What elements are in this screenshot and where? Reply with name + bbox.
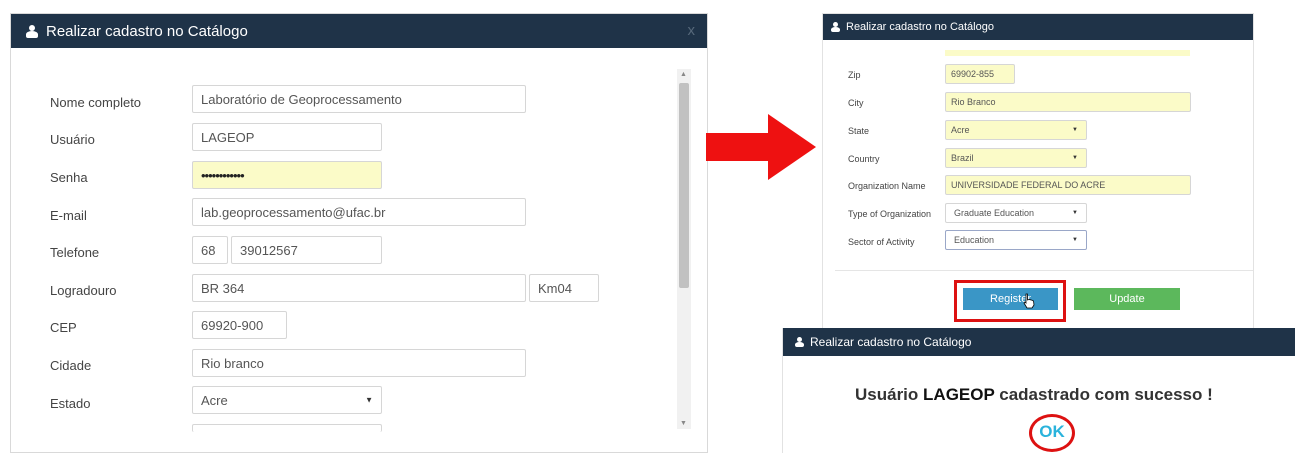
right-modal-title: Realizar cadastro no Catálogo xyxy=(846,21,994,33)
country-label: Country xyxy=(848,154,880,164)
email-input[interactable]: lab.geoprocessamento@ufac.br xyxy=(192,198,526,226)
org-type-select[interactable]: Graduate Education ▼ xyxy=(945,203,1087,223)
scroll-down-arrow[interactable]: ▼ xyxy=(680,420,687,427)
country-value: Brazil xyxy=(951,153,974,163)
logradouro-numero-input[interactable]: Km04 xyxy=(529,274,599,302)
next-field-partial[interactable] xyxy=(192,424,382,432)
divider xyxy=(835,270,1253,271)
close-icon[interactable]: x xyxy=(688,22,696,39)
sector-label: Sector of Activity xyxy=(848,237,915,247)
left-modal: Realizar cadastro no Catálogo x ▲ ▼ Nome… xyxy=(10,13,708,453)
cidade-input[interactable]: Rio branco xyxy=(192,349,526,377)
zip-label: Zip xyxy=(848,70,861,80)
nome-input[interactable]: Laboratório de Geoprocessamento xyxy=(192,85,526,113)
success-modal-header: Realizar cadastro no Catálogo xyxy=(783,328,1295,356)
estado-label: Estado xyxy=(50,396,91,411)
user-icon xyxy=(831,22,840,32)
left-modal-title: Realizar cadastro no Catálogo xyxy=(46,22,248,40)
right-modal: Realizar cadastro no Catálogo Zip City S… xyxy=(822,13,1254,333)
partial-field[interactable] xyxy=(945,50,1190,56)
update-button[interactable]: Update xyxy=(1074,288,1180,310)
arrow-right-icon xyxy=(706,114,816,180)
city-label: City xyxy=(848,98,864,108)
email-label: E-mail xyxy=(50,208,87,223)
nome-label: Nome completo xyxy=(50,95,142,110)
scrollbar-thumb[interactable] xyxy=(679,83,689,288)
success-modal-title: Realizar cadastro no Catálogo xyxy=(810,335,972,349)
message-prefix: Usuário xyxy=(855,385,919,404)
scroll-up-arrow[interactable]: ▲ xyxy=(680,71,687,78)
cep-label: CEP xyxy=(50,320,77,335)
zip-input[interactable]: 69902-855 xyxy=(945,64,1015,84)
right-modal-header: Realizar cadastro no Catálogo xyxy=(823,14,1253,40)
cidade-label: Cidade xyxy=(50,358,92,373)
sector-value: Education xyxy=(954,235,995,245)
sector-select[interactable]: Education ▼ xyxy=(945,230,1087,250)
org-name-input[interactable]: UNIVERSIDADE FEDERAL DO ACRE xyxy=(945,175,1191,195)
state-label: State xyxy=(848,126,870,136)
telefone-label: Telefone xyxy=(50,245,100,260)
left-modal-header: Realizar cadastro no Catálogo x xyxy=(11,14,707,48)
scrollbar[interactable]: ▲ ▼ xyxy=(677,69,691,429)
cep-input[interactable]: 69920-900 xyxy=(192,311,287,339)
register-button[interactable]: Register xyxy=(963,288,1058,310)
logradouro-input[interactable]: BR 364 xyxy=(192,274,526,302)
chevron-down-icon: ▼ xyxy=(1072,237,1078,243)
org-type-value: Graduate Education xyxy=(954,208,1035,218)
chevron-down-icon: ▼ xyxy=(1072,155,1078,161)
usuario-input[interactable]: LAGEOP xyxy=(192,123,382,151)
org-type-label: Type of Organization xyxy=(848,209,932,219)
success-message: Usuário LAGEOP cadastrado com sucesso ! xyxy=(855,385,1213,405)
state-value: Acre xyxy=(951,125,970,135)
telefone-ddd-input[interactable]: 68 xyxy=(192,236,228,264)
chevron-down-icon: ▼ xyxy=(1072,127,1078,133)
estado-select[interactable]: Acre ▼ xyxy=(192,386,382,414)
usuario-label: Usuário xyxy=(50,132,95,147)
success-modal: Realizar cadastro no Catálogo Usuário LA… xyxy=(782,328,1295,453)
chevron-down-icon: ▼ xyxy=(1072,210,1078,216)
ok-button[interactable]: OK xyxy=(1029,422,1075,442)
message-suffix: cadastrado com sucesso ! xyxy=(999,385,1213,404)
user-icon xyxy=(795,337,804,347)
country-select[interactable]: Brazil ▼ xyxy=(945,148,1087,168)
senha-label: Senha xyxy=(50,170,88,185)
message-user: LAGEOP xyxy=(923,385,995,404)
estado-value: Acre xyxy=(201,392,228,408)
state-select[interactable]: Acre ▼ xyxy=(945,120,1087,140)
city-input[interactable]: Rio Branco xyxy=(945,92,1191,112)
senha-input[interactable]: •••••••••••• xyxy=(192,161,382,189)
logradouro-label: Logradouro xyxy=(50,283,117,298)
user-icon xyxy=(26,24,38,38)
org-name-label: Organization Name xyxy=(848,181,926,191)
chevron-down-icon: ▼ xyxy=(365,395,373,405)
hand-cursor-icon xyxy=(1023,293,1035,309)
telefone-input[interactable]: 39012567 xyxy=(231,236,382,264)
